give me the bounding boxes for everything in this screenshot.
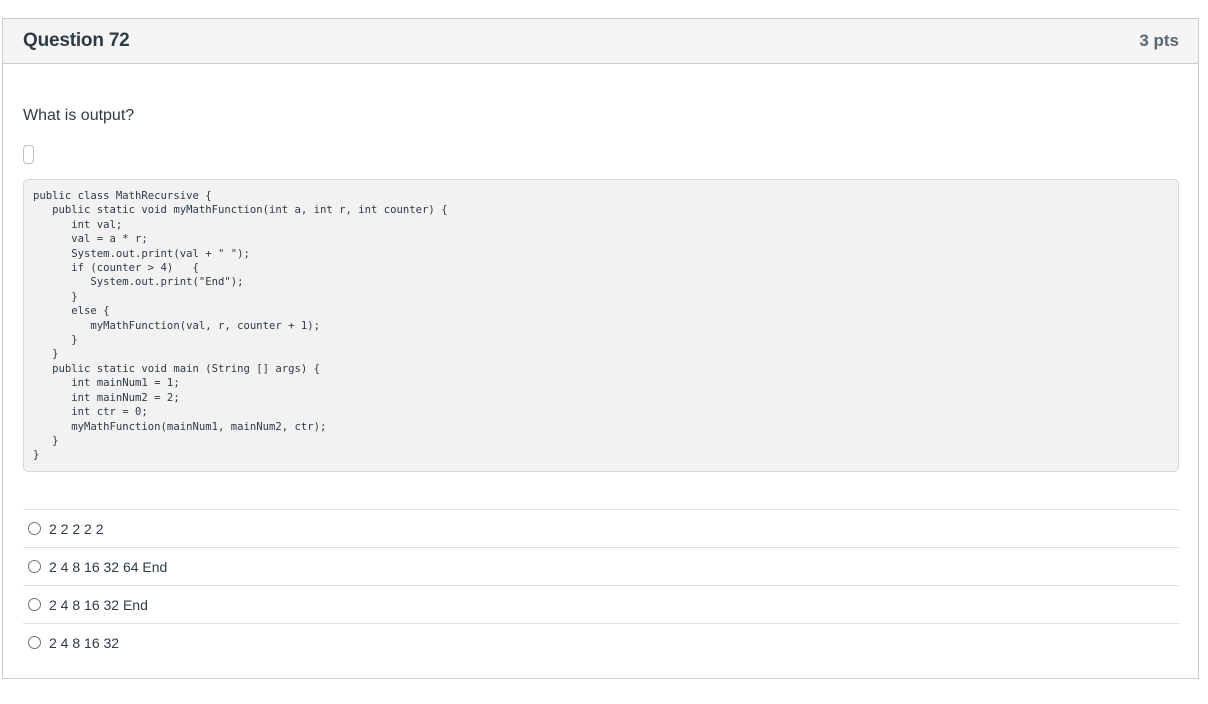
question-prompt: What is output? — [23, 107, 135, 124]
answer-option[interactable]: 2 4 8 16 32 64 End — [23, 547, 1179, 585]
question-title: Question 72 — [23, 30, 130, 51]
question-card: Question 72 3 pts What is output? public… — [2, 18, 1199, 679]
answer-option[interactable]: 2 4 8 16 32 — [23, 623, 1179, 661]
radio-button[interactable] — [28, 636, 41, 649]
question-header: Question 72 3 pts — [3, 19, 1198, 64]
answer-label[interactable]: 2 2 2 2 2 — [49, 521, 104, 537]
answer-label[interactable]: 2 4 8 16 32 End — [49, 597, 148, 613]
radio-button[interactable] — [28, 522, 41, 535]
answer-option[interactable]: 2 2 2 2 2 — [23, 509, 1179, 547]
radio-button[interactable] — [28, 598, 41, 611]
radio-button[interactable] — [28, 560, 41, 573]
embedded-content-placeholder — [23, 145, 34, 164]
question-points: 3 pts — [1139, 31, 1179, 50]
code-block: public class MathRecursive { public stat… — [23, 179, 1179, 472]
question-body: What is output? public class MathRecursi… — [3, 107, 1198, 661]
answer-label[interactable]: 2 4 8 16 32 64 End — [49, 559, 167, 575]
answer-label[interactable]: 2 4 8 16 32 — [49, 635, 119, 651]
answer-option[interactable]: 2 4 8 16 32 End — [23, 585, 1179, 623]
answer-list: 2 2 2 2 2 2 4 8 16 32 64 End 2 4 8 16 32… — [23, 509, 1179, 661]
